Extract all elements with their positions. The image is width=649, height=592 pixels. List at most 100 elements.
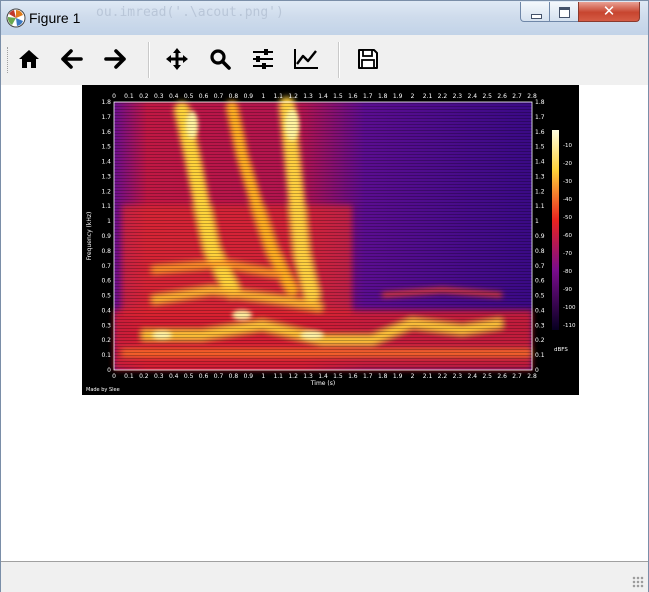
y-tick-label: 1.3 [101, 173, 111, 180]
x-tick-label: 2.5 [482, 373, 492, 380]
y-tick-label: 0.1 [101, 352, 111, 359]
colorbar [552, 130, 559, 330]
x-tick-label: 0.1 [124, 93, 134, 100]
x-tick-label: 0.4 [169, 373, 179, 380]
y-tick-label: 1.8 [101, 99, 111, 106]
corner-label: Made by Slee [86, 387, 120, 393]
y-tick-label: 1.2 [535, 188, 545, 195]
x-tick-label: 2.4 [468, 93, 478, 100]
colorbar-tick-label: -10 [563, 143, 572, 149]
colorbar-tick-label: -80 [563, 269, 572, 275]
x-tick-label: 0.3 [154, 373, 164, 380]
x-tick-label: 2.2 [438, 373, 448, 380]
x-tick-label: 2.6 [497, 93, 507, 100]
y-tick-label: 1.6 [535, 129, 545, 136]
save-button[interactable] [353, 44, 383, 74]
title-bar[interactable]: Figure 1 ou.imread('.\acout.png') ✕ [1, 1, 648, 35]
x-tick-label: 2.3 [453, 93, 463, 100]
forward-button[interactable] [100, 44, 130, 74]
x-tick-label: 1.4 [318, 93, 328, 100]
y-tick-label: 1.1 [535, 203, 545, 210]
zoom-button[interactable] [205, 44, 235, 74]
x-tick-label: 1.9 [393, 373, 403, 380]
move-icon [166, 48, 188, 70]
close-button[interactable]: ✕ [578, 2, 640, 22]
x-tick-label: 2.1 [423, 373, 433, 380]
x-tick-label: 1 [261, 93, 265, 100]
x-tick-label: 0.4 [169, 93, 179, 100]
matplotlib-logo-icon [6, 8, 26, 28]
x-tick-label: 0 [112, 93, 116, 100]
colorbar-tick-label: -70 [563, 251, 572, 257]
spectrogram-image: 000.10.10.20.20.30.30.40.40.50.50.60.60.… [82, 85, 579, 395]
y-tick-label: 1.2 [101, 188, 111, 195]
resize-grip-icon[interactable] [632, 576, 644, 588]
background-text: ou.imread('.\acout.png') [96, 5, 284, 20]
x-tick-label: 2.3 [453, 373, 463, 380]
x-tick-label: 1.3 [303, 93, 313, 100]
colorbar-tick-label: -90 [563, 287, 572, 293]
x-tick-label: 0.6 [199, 373, 209, 380]
x-tick-label: 1.3 [303, 373, 313, 380]
x-tick-label: 0.2 [139, 373, 149, 380]
x-tick-label: 0.8 [229, 373, 239, 380]
x-tick-label: 2.8 [527, 373, 537, 380]
x-tick-label: 0.8 [229, 93, 239, 100]
toolbar-grip[interactable] [7, 47, 11, 73]
subplots-button[interactable] [248, 44, 278, 74]
floppy-disk-icon [358, 49, 378, 69]
y-tick-label: 0.5 [101, 293, 111, 300]
colorbar-tick-label: -50 [563, 215, 572, 221]
y-tick-label: 1.8 [535, 99, 545, 106]
x-tick-label: 2.1 [423, 93, 433, 100]
x-tick-label: 1.6 [348, 373, 358, 380]
x-tick-label: 1.8 [378, 373, 388, 380]
y-tick-label: 0.3 [101, 322, 111, 329]
y-tick-label: 0.6 [535, 278, 545, 285]
y-tick-label: 1.5 [101, 144, 111, 151]
x-tick-label: 0.9 [244, 373, 254, 380]
maximize-button[interactable] [549, 2, 579, 22]
y-tick-label: 0 [107, 367, 111, 374]
y-tick-label: 0.7 [535, 263, 545, 270]
window-title: Figure 1 [29, 10, 81, 26]
colorbar-unit-label: dBFS [554, 347, 568, 353]
x-tick-label: 2.4 [468, 373, 478, 380]
y-tick-label: 1.5 [535, 144, 545, 151]
x-tick-label: 1.4 [318, 373, 328, 380]
x-tick-label: 2.6 [497, 373, 507, 380]
y-tick-label: 0.2 [535, 337, 545, 344]
minimize-button[interactable] [520, 2, 550, 22]
arrow-right-icon [104, 49, 126, 69]
colorbar-tick-label: -40 [563, 197, 572, 203]
y-tick-label: 0.3 [535, 322, 545, 329]
y-tick-label: 0 [535, 367, 539, 374]
home-button[interactable] [14, 44, 44, 74]
y-tick-label: 1.1 [101, 203, 111, 210]
y-tick-label: 1.7 [535, 114, 545, 121]
back-button[interactable] [57, 44, 87, 74]
figure-window: Figure 1 ou.imread('.\acout.png') ✕ 0 0 … [0, 0, 649, 592]
line-chart-icon [294, 49, 318, 69]
x-tick-label: 0.3 [154, 93, 164, 100]
y-tick-label: 0.6 [101, 278, 111, 285]
x-tick-label: 0 [112, 373, 116, 380]
arrow-left-icon [61, 49, 83, 69]
x-tick-label: 2.7 [512, 373, 522, 380]
x-tick-label: 1.2 [288, 373, 298, 380]
x-tick-label: 0.5 [184, 373, 194, 380]
pan-button[interactable] [162, 44, 192, 74]
x-tick-label: 2 [411, 93, 415, 100]
x-tick-label: 1.5 [333, 93, 343, 100]
y-tick-label: 1 [535, 218, 539, 225]
y-tick-label: 0.9 [535, 233, 545, 240]
toolbar-separator [338, 42, 339, 78]
x-tick-label: 2.2 [438, 93, 448, 100]
x-tick-label: 1.8 [378, 93, 388, 100]
y-tick-label: 1 [107, 218, 111, 225]
status-bar [1, 561, 648, 592]
y-tick-label: 0.7 [101, 263, 111, 270]
x-tick-label: 1.2 [288, 93, 298, 100]
toolbar-separator [148, 42, 149, 78]
edit-axes-button[interactable] [291, 44, 321, 74]
